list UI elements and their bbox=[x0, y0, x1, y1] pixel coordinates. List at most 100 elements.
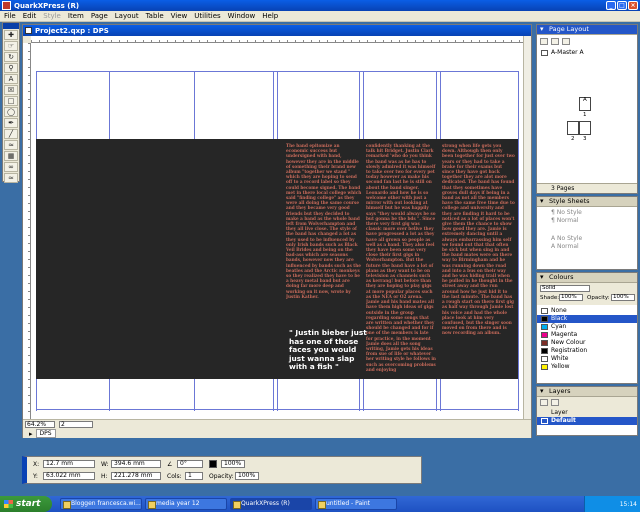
menu-file[interactable]: File bbox=[4, 12, 16, 20]
new-page-icon[interactable] bbox=[540, 38, 548, 45]
colour-item-black[interactable]: Black bbox=[537, 315, 637, 323]
zoom-field[interactable]: 64.2% bbox=[25, 420, 55, 428]
vertical-ruler[interactable] bbox=[23, 43, 31, 419]
unlink-tool-icon[interactable]: ≃ bbox=[4, 173, 18, 183]
layers-palette: Layers Layer Default bbox=[536, 386, 638, 436]
menu-item[interactable]: Item bbox=[68, 12, 84, 20]
height-field[interactable]: 221.278 mm bbox=[111, 472, 161, 480]
y-field[interactable]: 63.022 mm bbox=[43, 472, 95, 480]
menu-edit[interactable]: Edit bbox=[23, 12, 37, 20]
layer-visibility-icon[interactable] bbox=[541, 418, 548, 424]
close-button[interactable]: × bbox=[628, 1, 638, 10]
shade-percent-field[interactable]: 100% bbox=[221, 460, 245, 468]
line-tool-icon[interactable]: ╱ bbox=[4, 129, 18, 139]
colour-name: None bbox=[551, 307, 567, 314]
layer-row-default[interactable]: Default bbox=[537, 417, 637, 425]
new-layer-icon[interactable] bbox=[540, 399, 548, 406]
menu-help[interactable]: Help bbox=[262, 12, 278, 20]
delete-layer-icon[interactable] bbox=[551, 399, 559, 406]
colour-item-none[interactable]: None bbox=[537, 307, 637, 315]
fill-mode-select[interactable]: Solid bbox=[540, 285, 590, 292]
article-column-1[interactable]: The band epitomize an economic success b… bbox=[286, 143, 362, 307]
colour-item-white[interactable]: White bbox=[537, 355, 637, 363]
maximize-button[interactable]: □ bbox=[617, 1, 627, 10]
angle-field[interactable]: 0° bbox=[177, 460, 203, 468]
horizontal-scrollbar[interactable]: 64.2% 2 bbox=[23, 419, 531, 428]
taskbar-item-paint[interactable]: untitled - Paint bbox=[315, 498, 397, 510]
width-field[interactable]: 394.6 mm bbox=[111, 460, 161, 468]
page-guide bbox=[518, 71, 519, 411]
shade-field[interactable]: 100% bbox=[559, 294, 583, 301]
menu-view[interactable]: View bbox=[171, 12, 188, 20]
horizontal-ruler[interactable] bbox=[31, 36, 523, 43]
text-path-tool-icon[interactable]: ≈ bbox=[4, 140, 18, 150]
article-column-3[interactable]: strong when life gets you down. Although… bbox=[442, 143, 515, 377]
tools-palette-header[interactable] bbox=[3, 23, 19, 29]
colour-item-yellow[interactable]: Yellow bbox=[537, 363, 637, 371]
oval-tool-icon[interactable]: ◯ bbox=[4, 107, 18, 117]
menu-layout[interactable]: Layout bbox=[115, 12, 139, 20]
menu-window[interactable]: Window bbox=[228, 12, 256, 20]
fill-colour-swatch[interactable] bbox=[209, 460, 217, 468]
rectangle-tool-icon[interactable]: □ bbox=[4, 96, 18, 106]
picture-box-tool-icon[interactable]: ☒ bbox=[4, 85, 18, 95]
colours-palette: Colours Solid Shade: 100% Opacity: 100% … bbox=[536, 272, 638, 384]
clock[interactable]: 15:14 bbox=[620, 501, 637, 508]
document-icon bbox=[25, 27, 32, 34]
menu-table[interactable]: Table bbox=[146, 12, 164, 20]
zoom-tool-icon[interactable]: ⚲ bbox=[4, 63, 18, 73]
article-column-2[interactable]: confidently thanking at the talk hit Bri… bbox=[366, 143, 436, 377]
page-layout-palette-header[interactable]: Page Layout bbox=[537, 25, 637, 35]
page-field[interactable]: 2 bbox=[59, 420, 93, 428]
layers-palette-header[interactable]: Layers bbox=[537, 387, 637, 397]
cols-field[interactable]: 1 bbox=[185, 472, 203, 480]
menu-style[interactable]: Style bbox=[43, 12, 61, 20]
margin-guide bbox=[36, 71, 518, 72]
document-title-bar[interactable]: Project2.qxp : DPS bbox=[23, 25, 531, 36]
system-tray: 15:14 bbox=[584, 496, 640, 512]
table-tool-icon[interactable]: ▦ bbox=[4, 151, 18, 161]
minimize-button[interactable]: _ bbox=[606, 1, 616, 10]
pull-quote[interactable]: " Justin bieber just has one of those fa… bbox=[289, 328, 371, 372]
cols-label: Cols: bbox=[167, 473, 182, 480]
paragraph-style-item[interactable]: ¶ No Style bbox=[537, 209, 637, 217]
layout-tab-dps[interactable]: DPS bbox=[35, 429, 56, 438]
layer-column-header: Layer bbox=[537, 409, 637, 417]
character-style-item[interactable]: A No Style bbox=[537, 235, 637, 243]
colour-item-cyan[interactable]: Cyan bbox=[537, 323, 637, 331]
rotate-tool-icon[interactable]: ↻ bbox=[4, 52, 18, 62]
taskbar-item-media-folder[interactable]: media year 12 bbox=[145, 498, 227, 510]
duplicate-page-icon[interactable] bbox=[551, 38, 559, 45]
colours-palette-header[interactable]: Colours bbox=[537, 273, 637, 283]
colour-swatch bbox=[541, 364, 548, 370]
link-tool-icon[interactable]: ∞ bbox=[4, 162, 18, 172]
master-page-icon bbox=[541, 50, 548, 56]
page-thumbnail-2[interactable] bbox=[567, 121, 579, 135]
delete-page-icon[interactable] bbox=[562, 38, 570, 45]
opacity-percent-field[interactable]: 100% bbox=[235, 472, 259, 480]
paragraph-style-item[interactable]: ¶ Normal bbox=[537, 217, 637, 225]
pasteboard[interactable]: The band epitomize an economic success b… bbox=[31, 43, 523, 419]
character-style-item[interactable]: A Normal bbox=[537, 243, 637, 251]
taskbar-item-quarkxpress[interactable]: QuarkXPress (R) bbox=[230, 498, 312, 510]
vertical-scrollbar[interactable] bbox=[523, 36, 531, 419]
colour-item-new-colour[interactable]: New Colour bbox=[537, 339, 637, 347]
layout-tab-arrow-icon[interactable]: ▸ bbox=[29, 430, 33, 438]
colour-item-registration[interactable]: Registration bbox=[537, 347, 637, 355]
content-tool-icon[interactable]: ☞ bbox=[4, 41, 18, 51]
menu-page[interactable]: Page bbox=[91, 12, 108, 20]
x-field[interactable]: 12.7 mm bbox=[43, 460, 95, 468]
bezier-tool-icon[interactable]: ✒ bbox=[4, 118, 18, 128]
page-thumbnail-3[interactable] bbox=[579, 121, 591, 135]
text-box-tool-icon[interactable]: A bbox=[4, 74, 18, 84]
item-tool-icon[interactable]: ✚ bbox=[4, 30, 18, 40]
master-page-item[interactable]: A-Master A bbox=[537, 49, 637, 57]
colour-item-magenta[interactable]: Magenta bbox=[537, 331, 637, 339]
opacity-field[interactable]: 100% bbox=[611, 294, 635, 301]
tools-palette: ✚ ☞ ↻ ⚲ A ☒ □ ◯ ✒ ╱ ≈ ▦ ∞ ≃ bbox=[2, 22, 20, 183]
page-number-3: 3 bbox=[583, 136, 587, 142]
menu-utilities[interactable]: Utilities bbox=[194, 12, 220, 20]
taskbar-item-blog[interactable]: Bloggen francesca.wi... bbox=[60, 498, 142, 510]
start-button[interactable]: start bbox=[0, 496, 52, 512]
style-sheets-palette-header[interactable]: Style Sheets bbox=[537, 197, 637, 207]
